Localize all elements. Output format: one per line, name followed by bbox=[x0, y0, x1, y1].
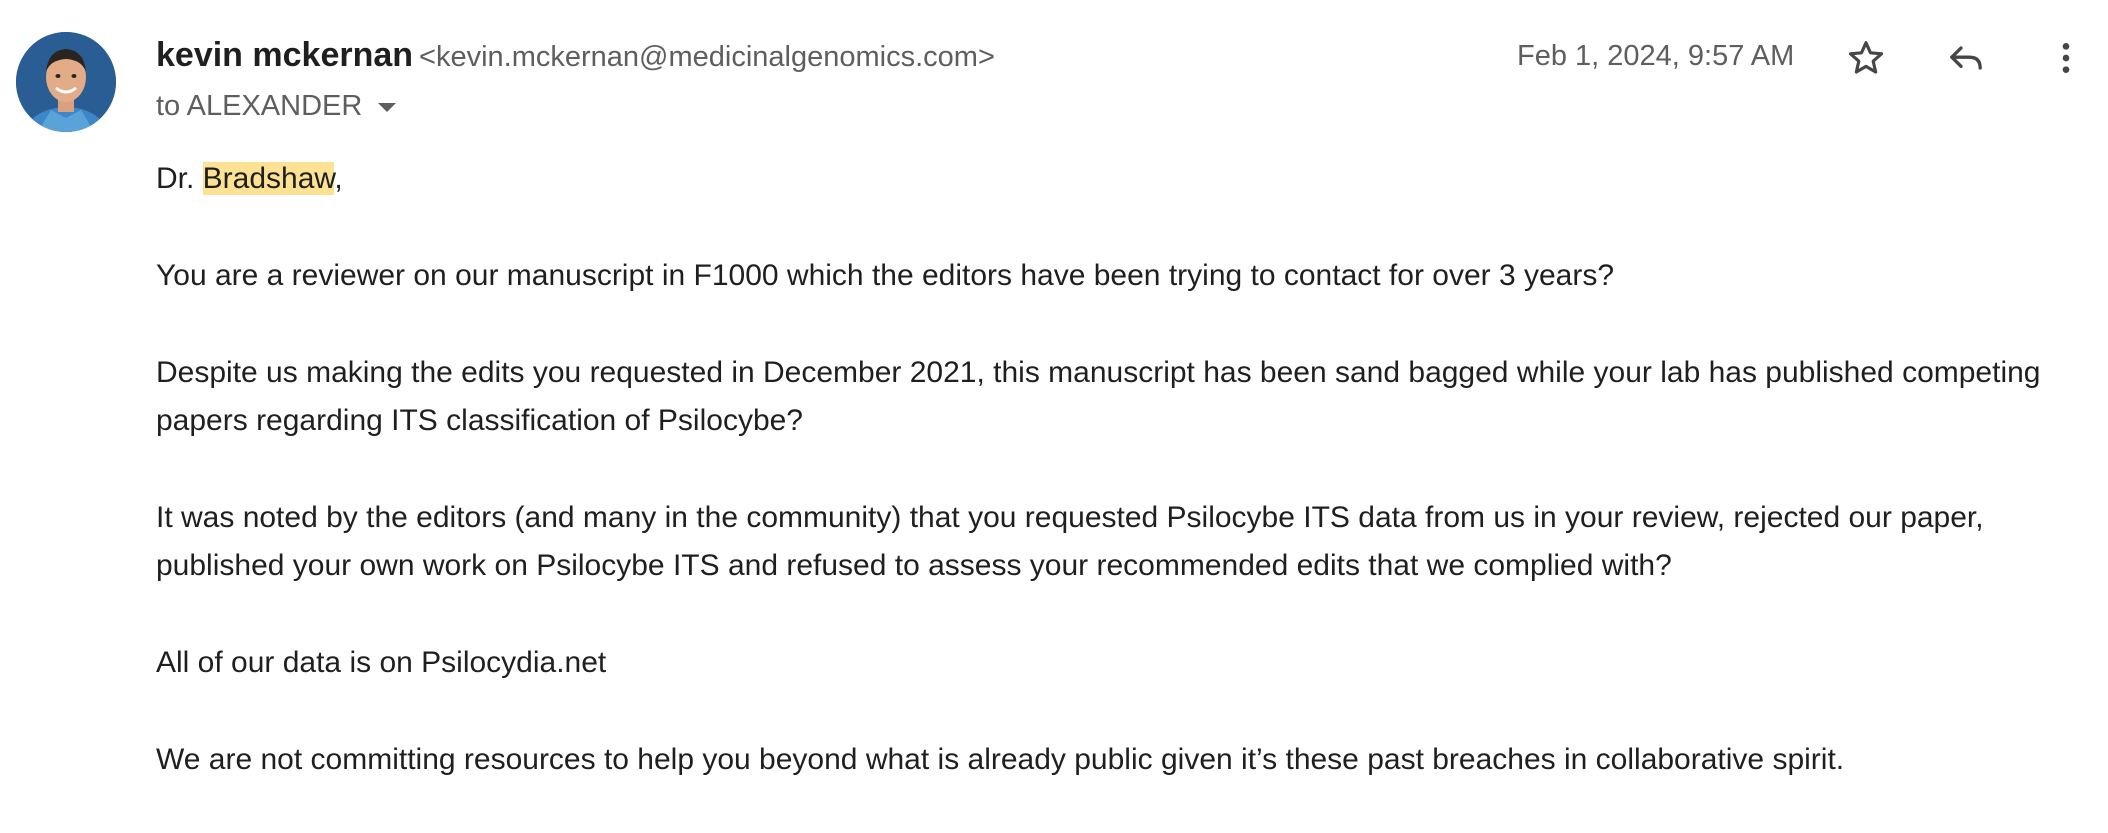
more-vertical-icon bbox=[2062, 43, 2070, 73]
greeting-prefix: Dr. bbox=[156, 162, 203, 195]
recipient-label: to ALEXANDER bbox=[156, 90, 363, 122]
body-paragraph: It was noted by the editors (and many in… bbox=[156, 501, 1984, 582]
reply-icon bbox=[1950, 46, 1982, 70]
body-paragraph: We are not committing resources to help … bbox=[156, 743, 1845, 776]
message-timestamp: Feb 1, 2024, 9:57 AM bbox=[1517, 40, 1795, 72]
sender-email[interactable]: <kevin.mckernan@medicinalgenomics.com> bbox=[419, 41, 995, 73]
greeting: Dr. Bradshaw, bbox=[156, 155, 2056, 203]
star-button[interactable] bbox=[1838, 30, 1894, 86]
more-options-button[interactable] bbox=[2038, 30, 2094, 86]
body-paragraph: You are a reviewer on our manuscript in … bbox=[156, 259, 1615, 292]
greeting-suffix: , bbox=[334, 162, 343, 195]
star-icon bbox=[1848, 41, 1884, 74]
body-paragraph: Despite us making the edits you requeste… bbox=[156, 356, 2041, 437]
sender-line: kevin mckernan <kevin.mckernan@medicinalg… bbox=[156, 36, 995, 75]
message-body: Dr. Bradshaw, You are a reviewer on our … bbox=[156, 155, 2056, 833]
email-message: kevin mckernan <kevin.mckernan@medicinalg… bbox=[0, 0, 2108, 808]
sender-name[interactable]: kevin mckernan bbox=[156, 36, 413, 74]
body-paragraph: All of our data is on Psilocydia.net bbox=[156, 646, 607, 679]
sender-avatar[interactable] bbox=[16, 32, 116, 132]
highlighted-search-term: Bradshaw bbox=[202, 162, 335, 195]
avatar-photo-icon bbox=[16, 32, 116, 132]
reply-button[interactable] bbox=[1938, 30, 1994, 86]
chevron-down-icon[interactable] bbox=[378, 103, 397, 112]
recipient-details-toggle[interactable]: to ALEXANDER bbox=[156, 90, 397, 123]
